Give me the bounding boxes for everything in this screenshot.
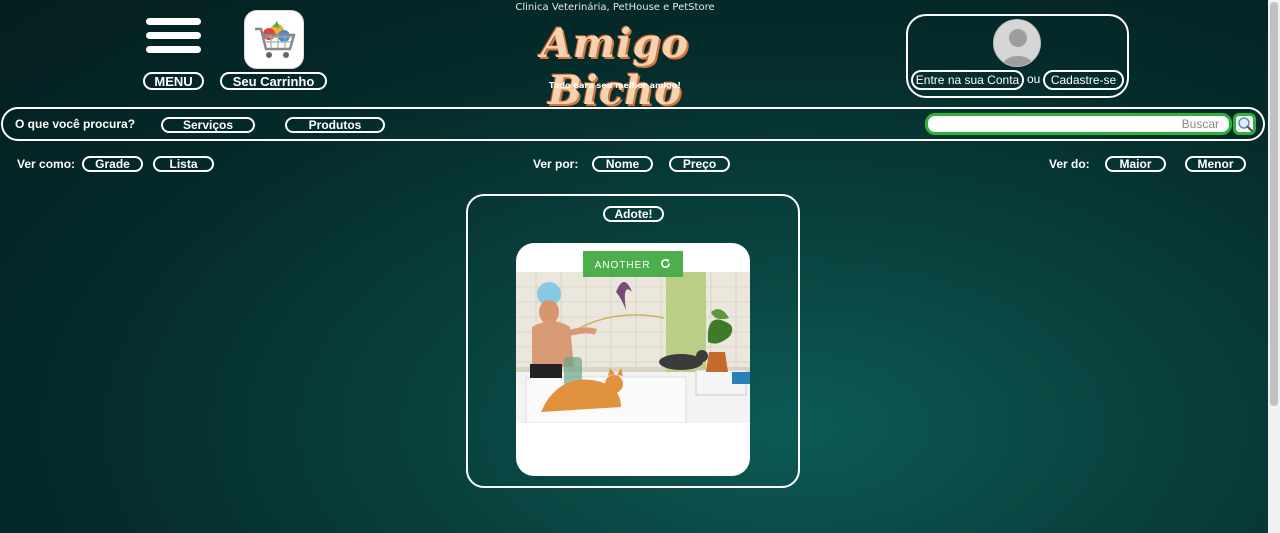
vertical-scrollbar[interactable] xyxy=(1268,0,1280,533)
pet-card: ANOTHER xyxy=(516,243,750,476)
user-avatar-icon[interactable] xyxy=(993,19,1041,67)
magnifier-icon xyxy=(1238,117,1254,133)
view-as-label: Ver como: xyxy=(17,157,76,171)
site-logo[interactable]: Amigo Bicho xyxy=(480,20,750,114)
site-slogan: Tudo para seu melhor amigo! xyxy=(549,81,681,90)
search-input[interactable] xyxy=(925,113,1232,135)
site-subtitle: Clinica Veterinária, PetHouse e PetStore xyxy=(515,2,715,13)
sort-price-button[interactable]: Preço xyxy=(669,156,730,172)
adopt-button[interactable]: Adote! xyxy=(603,206,664,222)
search-prompt: O que você procura? xyxy=(15,117,136,131)
order-smaller-button[interactable]: Menor xyxy=(1185,156,1246,172)
list-view-button[interactable]: Lista xyxy=(153,156,214,172)
another-button[interactable]: ANOTHER xyxy=(583,251,683,277)
menu-button[interactable]: MENU xyxy=(143,72,204,90)
scrollbar-thumb[interactable] xyxy=(1270,2,1278,406)
order-bigger-button[interactable]: Maior xyxy=(1105,156,1166,172)
search-button[interactable] xyxy=(1233,113,1256,135)
refresh-icon xyxy=(661,258,671,268)
cart-button[interactable] xyxy=(244,10,304,69)
products-button[interactable]: Produtos xyxy=(285,117,385,133)
grid-view-button[interactable]: Grade xyxy=(82,156,143,172)
order-label: Ver do: xyxy=(1049,157,1090,171)
another-label: ANOTHER xyxy=(594,260,651,271)
or-text: ou xyxy=(1027,72,1041,86)
hamburger-icon[interactable] xyxy=(146,18,201,60)
pet-photo xyxy=(516,272,750,423)
shopping-cart-icon xyxy=(255,21,296,58)
sort-by-label: Ver por: xyxy=(533,157,579,171)
login-button[interactable]: Entre na sua Conta xyxy=(911,70,1024,90)
sort-name-button[interactable]: Nome xyxy=(592,156,653,172)
services-button[interactable]: Serviços xyxy=(161,117,255,133)
signup-button[interactable]: Cadastre-se xyxy=(1043,70,1124,90)
cart-label-button[interactable]: Seu Carrinho xyxy=(220,72,327,90)
